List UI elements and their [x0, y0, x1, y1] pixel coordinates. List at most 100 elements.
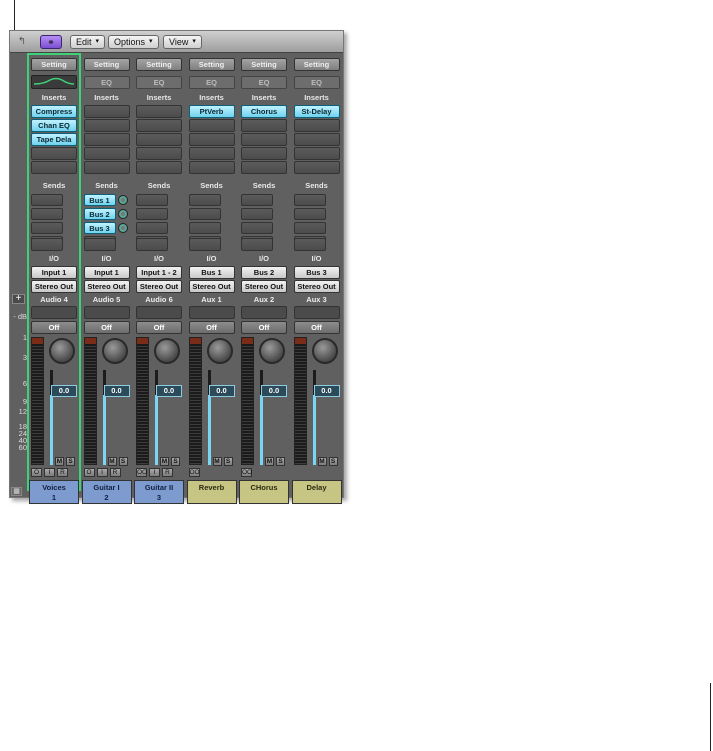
insert-slot[interactable]: [293, 147, 340, 160]
volume-value[interactable]: 0.0: [51, 385, 77, 397]
track-name[interactable]: Reverb: [186, 480, 237, 504]
volume-value[interactable]: 0.0: [261, 385, 287, 397]
send-slot[interactable]: [241, 222, 273, 234]
output-button[interactable]: Stereo Out: [188, 280, 235, 293]
solo-button[interactable]: S: [118, 457, 128, 466]
input-monitor-button[interactable]: I: [149, 468, 160, 477]
volume-value[interactable]: 0.0: [313, 385, 340, 397]
stereo-link-button[interactable]: OO: [241, 468, 252, 477]
automation-mode-button[interactable]: Off: [188, 321, 235, 334]
insert-slot[interactable]: Compress: [31, 105, 77, 118]
stereo-link-button[interactable]: OO: [136, 468, 147, 477]
send-slot[interactable]: [188, 194, 221, 206]
insert-slot[interactable]: [188, 133, 235, 146]
send-slot[interactable]: Bus 3: [83, 222, 116, 234]
track-name[interactable]: Guitar I2: [81, 480, 132, 504]
insert-slot[interactable]: [188, 119, 235, 132]
setting-button[interactable]: Setting: [241, 58, 287, 71]
group-slot[interactable]: [188, 306, 235, 319]
insert-slot[interactable]: [83, 147, 130, 160]
grid-icon[interactable]: ▦: [11, 487, 22, 496]
input-monitor-button[interactable]: I: [44, 468, 55, 477]
send-level-knob[interactable]: [117, 209, 128, 219]
send-slot[interactable]: [31, 194, 63, 206]
send-slot[interactable]: [293, 222, 326, 234]
insert-slot[interactable]: [241, 147, 287, 160]
group-slot[interactable]: [31, 306, 77, 319]
setting-button[interactable]: Setting: [188, 58, 235, 71]
eq-display[interactable]: [31, 75, 77, 89]
send-slot[interactable]: [188, 208, 221, 220]
output-button[interactable]: Stereo Out: [31, 280, 77, 293]
eq-display[interactable]: EQ: [136, 76, 182, 89]
solo-button[interactable]: S: [276, 457, 285, 466]
solo-button[interactable]: S: [328, 457, 338, 466]
input-monitor-button[interactable]: I: [96, 468, 108, 477]
solo-button[interactable]: S: [171, 457, 180, 466]
track-name[interactable]: Voices 1: [29, 480, 79, 504]
pan-knob[interactable]: [311, 338, 338, 364]
setting-button[interactable]: Setting: [136, 58, 182, 71]
send-slot[interactable]: [136, 222, 168, 234]
insert-slot[interactable]: [31, 161, 77, 174]
input-button[interactable]: Bus 1: [188, 266, 235, 279]
automation-mode-button[interactable]: Off: [83, 321, 130, 334]
mute-button[interactable]: M: [160, 457, 169, 466]
send-slot[interactable]: [31, 208, 63, 220]
automation-mode-button[interactable]: Off: [293, 321, 340, 334]
mute-button[interactable]: M: [317, 457, 327, 466]
send-slot[interactable]: [136, 238, 168, 251]
send-slot[interactable]: [241, 208, 273, 220]
output-button[interactable]: Stereo Out: [83, 280, 130, 293]
input-button[interactable]: Input 1 - 2: [136, 266, 182, 279]
input-button[interactable]: Input 1: [31, 266, 77, 279]
input-button[interactable]: Bus 3: [293, 266, 340, 279]
insert-slot[interactable]: PtVerb: [188, 105, 235, 118]
send-slot[interactable]: [31, 222, 63, 234]
stereo-link-button[interactable]: OO: [188, 468, 200, 477]
insert-slot[interactable]: [83, 133, 130, 146]
link-button[interactable]: ⚭: [40, 35, 62, 49]
send-slot[interactable]: [241, 194, 273, 206]
send-slot[interactable]: [188, 238, 221, 251]
pan-knob[interactable]: [259, 338, 285, 364]
pan-knob[interactable]: [206, 338, 233, 364]
volume-value[interactable]: 0.0: [103, 385, 130, 397]
insert-slot[interactable]: [293, 133, 340, 146]
insert-slot[interactable]: [241, 133, 287, 146]
up-level-icon[interactable]: ↰: [14, 35, 30, 49]
send-slot[interactable]: [188, 222, 221, 234]
view-menu[interactable]: View ▾: [163, 35, 202, 49]
insert-slot[interactable]: [83, 119, 130, 132]
mute-button[interactable]: M: [107, 457, 117, 466]
send-slot[interactable]: Bus 2: [83, 208, 116, 220]
send-level-knob[interactable]: [117, 223, 128, 233]
record-button[interactable]: R: [162, 468, 173, 477]
insert-slot[interactable]: St-Delay: [293, 105, 340, 118]
mute-button[interactable]: M: [265, 457, 274, 466]
setting-button[interactable]: Setting: [293, 58, 340, 71]
eq-display[interactable]: EQ: [241, 76, 287, 89]
mute-button[interactable]: M: [212, 457, 222, 466]
setting-button[interactable]: Setting: [83, 58, 130, 71]
insert-slot[interactable]: [136, 161, 182, 174]
insert-slot[interactable]: [136, 119, 182, 132]
insert-slot[interactable]: Tape Dela: [31, 133, 77, 146]
automation-mode-button[interactable]: Off: [241, 321, 287, 334]
insert-slot[interactable]: Chan EQ: [31, 119, 77, 132]
send-slot[interactable]: [83, 238, 116, 251]
mute-button[interactable]: M: [55, 457, 64, 466]
eq-display[interactable]: EQ: [293, 76, 340, 89]
volume-value[interactable]: 0.0: [208, 385, 235, 397]
volume-value[interactable]: 0.0: [156, 385, 182, 397]
send-slot[interactable]: [293, 238, 326, 251]
input-button[interactable]: Bus 2: [241, 266, 287, 279]
group-slot[interactable]: [136, 306, 182, 319]
send-slot[interactable]: Bus 1: [83, 194, 116, 206]
send-slot[interactable]: [293, 208, 326, 220]
insert-slot[interactable]: [83, 105, 130, 118]
automation-mode-button[interactable]: Off: [136, 321, 182, 334]
solo-button[interactable]: S: [223, 457, 233, 466]
insert-slot[interactable]: [188, 161, 235, 174]
track-name[interactable]: CHorus: [239, 480, 289, 504]
